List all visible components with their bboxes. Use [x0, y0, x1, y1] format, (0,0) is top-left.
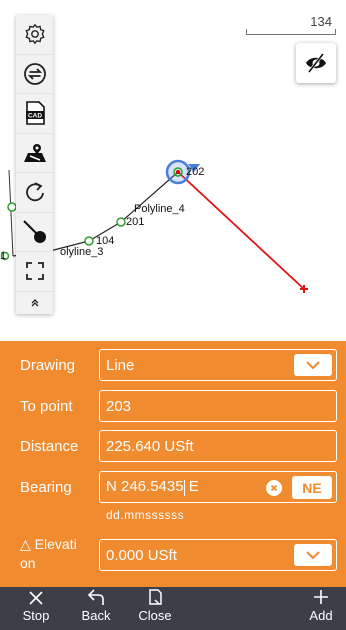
plus-icon — [314, 590, 328, 604]
active-line-segment — [177, 171, 305, 290]
point-201-marker — [116, 217, 126, 227]
bearing-value-start: N 246.5435 — [106, 478, 184, 496]
polyline-left-edge — [8, 169, 14, 257]
elevation-label: △ Elevati on — [20, 535, 77, 573]
distance-input[interactable]: 225.640 USft — [99, 430, 337, 462]
rotate-icon — [25, 182, 44, 202]
chevron-down-icon — [306, 550, 320, 559]
fullscreen-button[interactable] — [16, 252, 53, 292]
bearing-value: N 246.5435 E — [106, 478, 199, 496]
close-x-icon — [29, 591, 43, 605]
elevation-dropdown-button[interactable] — [294, 544, 332, 566]
close-line-button[interactable]: Close — [137, 587, 173, 630]
collapse-icon — [31, 298, 38, 306]
collapse-toolbar-button[interactable] — [16, 292, 53, 314]
chevron-down-icon — [306, 360, 320, 369]
elevation-label-line2: on — [20, 555, 36, 571]
drawing-value: Line — [106, 356, 135, 374]
elevation-label-line1: △ Elevati — [20, 536, 77, 552]
drawing-row: Drawing Line — [0, 349, 346, 383]
to-point-label: To point — [20, 398, 73, 415]
elevation-input[interactable]: 0.000 USft — [99, 539, 337, 571]
eye-off-icon — [306, 53, 326, 73]
settings-icon — [24, 23, 45, 45]
bottom-action-bar: Stop Back Close Add — [0, 587, 346, 630]
drawing-select[interactable]: Line — [99, 349, 337, 381]
point-label-left: 1 — [0, 250, 7, 262]
bearing-row: Bearing N 246.5435 E NE — [0, 471, 346, 505]
distance-label: Distance — [20, 438, 79, 455]
drawing-dropdown-button[interactable] — [294, 354, 332, 376]
bearing-value-end: E — [184, 478, 199, 496]
back-label: Back — [81, 608, 111, 623]
map-toolbar: CAD — [16, 15, 53, 314]
fullscreen-icon — [25, 262, 44, 281]
elevation-row: △ Elevati on 0.000 USft — [0, 535, 346, 575]
bearing-format-hint: dd.mmssssss — [106, 508, 185, 522]
point-label-202: 202 — [186, 166, 205, 178]
clear-bearing-button[interactable] — [266, 480, 282, 496]
point-104-marker — [84, 236, 94, 246]
bearing-quadrant-button[interactable]: NE — [292, 476, 332, 499]
point-label-201: 201 — [126, 216, 145, 228]
to-point-value: 203 — [106, 397, 132, 415]
to-point-row: To point 203 — [0, 390, 346, 424]
bearing-input[interactable]: N 246.5435 E NE — [99, 471, 337, 503]
add-button[interactable]: Add — [306, 587, 336, 630]
stakeout-form-panel: Drawing Line To point 203 Distance 225.6… — [0, 341, 346, 587]
settings-button[interactable] — [16, 15, 53, 55]
locate-point-button[interactable] — [16, 213, 53, 252]
cad-button[interactable]: CAD — [16, 94, 53, 134]
map-layer-button[interactable] — [16, 134, 53, 173]
to-point-input[interactable]: 203 — [99, 390, 337, 422]
polyline-label-3: olyline_3 — [60, 246, 104, 258]
back-button[interactable]: Back — [78, 587, 114, 630]
back-arrow-icon — [87, 589, 104, 605]
distance-value: 225.640 USft — [106, 437, 194, 455]
polyline-label-4: Polyline_4 — [134, 203, 185, 215]
locate-point-icon — [22, 220, 46, 243]
visibility-toggle-button[interactable] — [296, 43, 336, 83]
close-label: Close — [138, 608, 172, 623]
distance-row: Distance 225.640 USft — [0, 430, 346, 464]
scale-bar — [246, 29, 336, 35]
map-view[interactable]: 202 Polyline_4 201 104 olyline_3 1 134 C… — [0, 0, 346, 341]
cad-icon: CAD — [25, 101, 45, 126]
stop-button[interactable]: Stop — [21, 587, 51, 630]
map-layer-icon — [23, 143, 46, 162]
rotate-button[interactable] — [16, 173, 53, 213]
close-shape-icon — [149, 589, 162, 605]
map-scale: 134 — [246, 14, 336, 35]
scale-label: 134 — [310, 14, 332, 29]
drawing-label: Drawing — [20, 357, 76, 374]
stop-label: Stop — [22, 608, 50, 623]
elevation-value: 0.000 USft — [106, 546, 177, 564]
add-label: Add — [309, 608, 333, 623]
point-202-center — [176, 170, 180, 174]
svg-text:CAD: CAD — [27, 113, 41, 120]
switch-button[interactable] — [16, 55, 53, 94]
point-left-marker — [7, 202, 17, 212]
clear-icon — [270, 484, 278, 492]
switch-icon — [23, 62, 46, 85]
bearing-label: Bearing — [20, 479, 72, 496]
